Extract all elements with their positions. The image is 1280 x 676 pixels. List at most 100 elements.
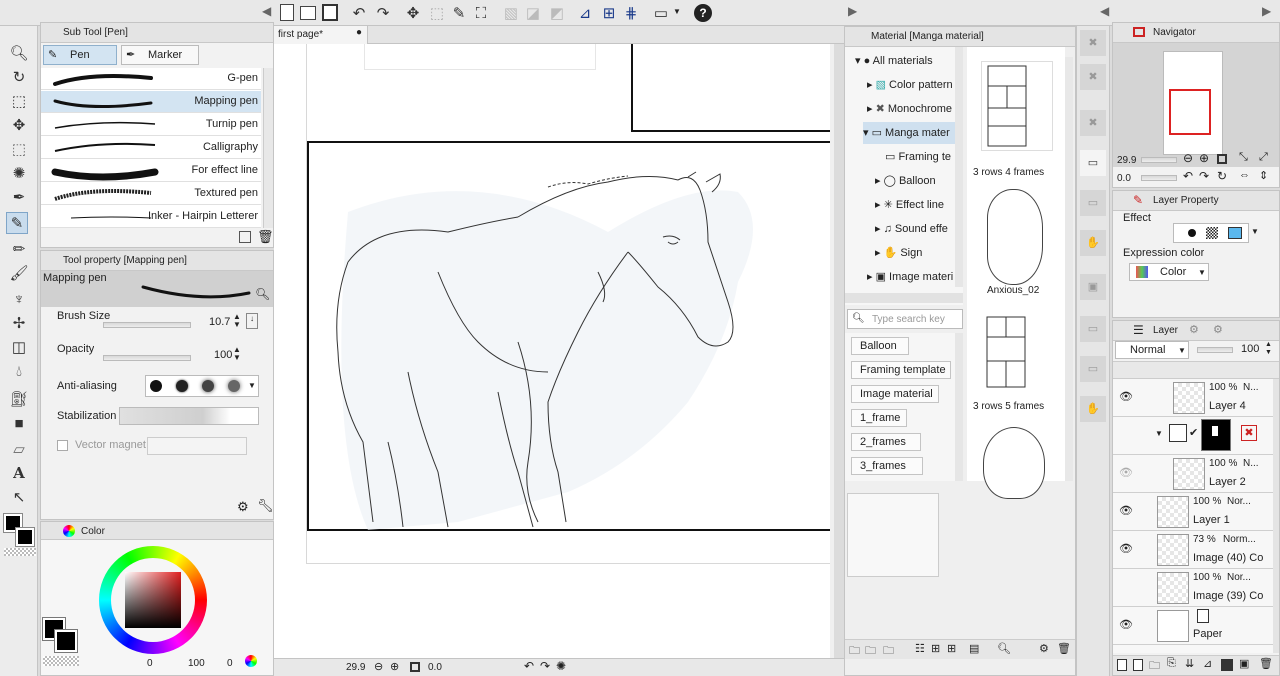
brush-item[interactable]: Inker - Hairpin Letterer xyxy=(41,206,261,228)
tags-scrollbar[interactable] xyxy=(955,333,963,481)
strip-icon-1[interactable]: ✖ xyxy=(1080,30,1106,56)
nav-reset-rotation-icon[interactable]: ↻ xyxy=(1217,169,1227,183)
new-raster-layer-icon[interactable] xyxy=(1117,659,1127,671)
stabilization-slider[interactable] xyxy=(119,407,259,425)
tree-item-color-pattern[interactable]: ▸ ▧ Color pattern xyxy=(867,74,953,96)
visibility-eye-icon[interactable]: 👁︎ xyxy=(1119,618,1133,631)
brush-size-value[interactable]: 10.7 xyxy=(209,316,230,328)
effect-buttons[interactable] xyxy=(1173,223,1249,243)
invert-icon[interactable]: ◩ xyxy=(546,2,568,24)
aa-weak-icon[interactable] xyxy=(176,380,188,392)
import-icon[interactable]: 🗀︎ xyxy=(865,642,876,661)
color-wheel[interactable] xyxy=(99,546,207,654)
crop-icon[interactable]: ⛶ xyxy=(470,2,492,24)
layer-search-icon[interactable]: ⚙ xyxy=(1189,323,1199,336)
effect-border-icon[interactable] xyxy=(1188,229,1196,237)
eyedropper-icon[interactable]: ✒ xyxy=(8,186,30,208)
tree-vscrollbar[interactable] xyxy=(955,47,963,287)
tag-image-material[interactable]: Image material xyxy=(851,385,939,403)
layer-row-image39[interactable]: 100 % Nor... Image (39) Co xyxy=(1113,569,1273,607)
undo-icon[interactable]: ↶ xyxy=(348,2,370,24)
brush-item-selected[interactable]: Mapping pen xyxy=(41,91,261,113)
brush-tool-icon[interactable]: 🖌︎ xyxy=(8,262,30,284)
large-view-icon[interactable]: ⊞ xyxy=(947,642,956,655)
opacity-value[interactable]: 100 xyxy=(214,349,232,361)
tag-framing-template[interactable]: Framing template xyxy=(851,361,951,379)
delete-layer-icon[interactable]: 🗑︎ xyxy=(1259,657,1273,670)
transparent-swatch[interactable] xyxy=(4,548,36,556)
lasso-icon[interactable]: ✎ xyxy=(448,2,470,24)
zoom-out-icon[interactable]: ⊖ xyxy=(374,660,383,673)
tree-item-manga-material[interactable]: ▾ ▭ Manga mater xyxy=(863,122,963,144)
aa-medium-icon[interactable] xyxy=(202,380,214,392)
strip-icon-5[interactable]: ▭ xyxy=(1080,190,1106,216)
auto-action-icon[interactable]: ⚙ xyxy=(1213,323,1223,336)
copy-layer-icon[interactable]: ⎘ xyxy=(1167,657,1176,670)
tag-3-frames[interactable]: 3_frames xyxy=(851,457,923,475)
collapse-right-icon-2[interactable]: ◀ xyxy=(1100,4,1109,18)
expand-folder-icon[interactable]: ▼ xyxy=(1155,429,1163,438)
mask-disabled-icon[interactable]: ✖ xyxy=(1241,425,1257,441)
navigator-preview[interactable] xyxy=(1113,43,1279,167)
navigator-zoom-value[interactable]: 29.9 xyxy=(1117,155,1136,166)
tag-balloon[interactable]: Balloon xyxy=(851,337,909,355)
nav-zoom-in-icon[interactable]: ⊕ xyxy=(1199,151,1209,165)
grid-icon[interactable]: ⊞ xyxy=(598,2,620,24)
fill-icon[interactable]: ◪ xyxy=(522,2,544,24)
strip-icon-9[interactable]: ▭ xyxy=(1080,356,1106,382)
nav-flip-h-icon[interactable]: ⤡ xyxy=(1239,151,1248,164)
brush-item[interactable]: Calligraphy xyxy=(41,137,261,159)
nav-rotate-right-icon[interactable]: ↷ xyxy=(1199,169,1209,183)
strip-icon-4[interactable]: ▭ xyxy=(1080,150,1106,176)
brush-size-slider[interactable] xyxy=(103,322,191,328)
visibility-eye-icon[interactable]: 👁︎ xyxy=(1119,390,1133,403)
visibility-eye-icon[interactable]: 👁︎ xyxy=(1119,466,1133,479)
save-icon[interactable] xyxy=(322,4,338,21)
list-view-icon[interactable]: ☷ xyxy=(915,642,925,655)
color-mode-icon[interactable] xyxy=(245,655,257,667)
layer-row-image40[interactable]: 👁︎ 73 % Norm... Image (40) Co xyxy=(1113,531,1273,569)
selection-tool-icon[interactable]: ⬚ xyxy=(8,138,30,160)
delete-material-icon[interactable]: 🗑︎ xyxy=(1057,642,1071,655)
mask-icon[interactable] xyxy=(1221,659,1233,671)
export-icon[interactable]: 🗀︎ xyxy=(883,642,894,661)
opacity-slider[interactable] xyxy=(103,355,191,361)
collapse-right-icon[interactable]: ▶ xyxy=(848,4,857,18)
tree-item-effect-line[interactable]: ▸ ✳ Effect line xyxy=(875,194,944,216)
decoration-tool-icon[interactable]: ✢ xyxy=(8,312,30,334)
strip-icon-10[interactable]: ✋ xyxy=(1080,396,1106,422)
tree-item-all-materials[interactable]: ▾ ● All materials xyxy=(855,50,933,72)
tree-item-framing[interactable]: ▭ Framing te xyxy=(885,146,951,168)
visibility-eye-icon[interactable]: 👁︎ xyxy=(1119,504,1133,517)
fill-tool-icon[interactable]: ⛽︎ xyxy=(8,388,30,410)
search-input[interactable]: Type search key xyxy=(872,314,945,325)
layer-opacity-value[interactable]: 100 xyxy=(1241,343,1259,355)
reset-rotation-icon[interactable]: ✺ xyxy=(556,659,566,673)
sub-tool-tab-marker[interactable]: ✒ Marker xyxy=(121,45,199,65)
nav-mirror-v-icon[interactable]: ⇕ xyxy=(1259,169,1268,182)
rotate-left-icon[interactable]: ↶ xyxy=(524,659,534,673)
correct-line-icon[interactable]: ↖ xyxy=(8,486,30,508)
strip-icon-6[interactable]: ✋ xyxy=(1080,230,1106,256)
selection-icon[interactable]: ⬚ xyxy=(426,2,448,24)
strip-icon-8[interactable]: ▭ xyxy=(1080,316,1106,342)
layer-list-scrollbar[interactable] xyxy=(1273,379,1279,653)
rotate-right-icon[interactable]: ↷ xyxy=(540,659,550,673)
apply-mask-icon[interactable]: ▣ xyxy=(1239,657,1249,670)
gradient-tool-icon[interactable]: ■ xyxy=(8,412,30,434)
brush-size-spinner-icon[interactable]: ▲ ▼ xyxy=(233,313,241,329)
canvas-zoom-value[interactable]: 29.9 xyxy=(346,662,365,673)
wrench-icon[interactable]: 🔧︎ xyxy=(257,498,274,514)
opacity-spinner-icon[interactable]: ▲ ▼ xyxy=(233,346,241,362)
open-icon[interactable] xyxy=(300,6,316,20)
new-folder-icon[interactable]: 🗀︎ xyxy=(849,642,860,661)
material-thumb-3rows5[interactable] xyxy=(981,309,1053,389)
layer-row-layer1[interactable]: 👁︎ 100 % Nor... Layer 1 xyxy=(1113,493,1273,531)
tree-item-sign[interactable]: ▸ ✋ Sign xyxy=(875,242,922,264)
frame-icon[interactable]: ⋕ xyxy=(620,2,642,24)
clear-icon[interactable]: ▧ xyxy=(500,2,522,24)
vector-magnet-checkbox[interactable] xyxy=(57,440,68,451)
layer-row-folder[interactable]: ▼ ✔ ✖ xyxy=(1113,417,1273,455)
material-thumb-balloon[interactable] xyxy=(983,427,1045,499)
layer-row-layer4[interactable]: 👁︎ 100 % N... Layer 4 xyxy=(1113,379,1273,417)
